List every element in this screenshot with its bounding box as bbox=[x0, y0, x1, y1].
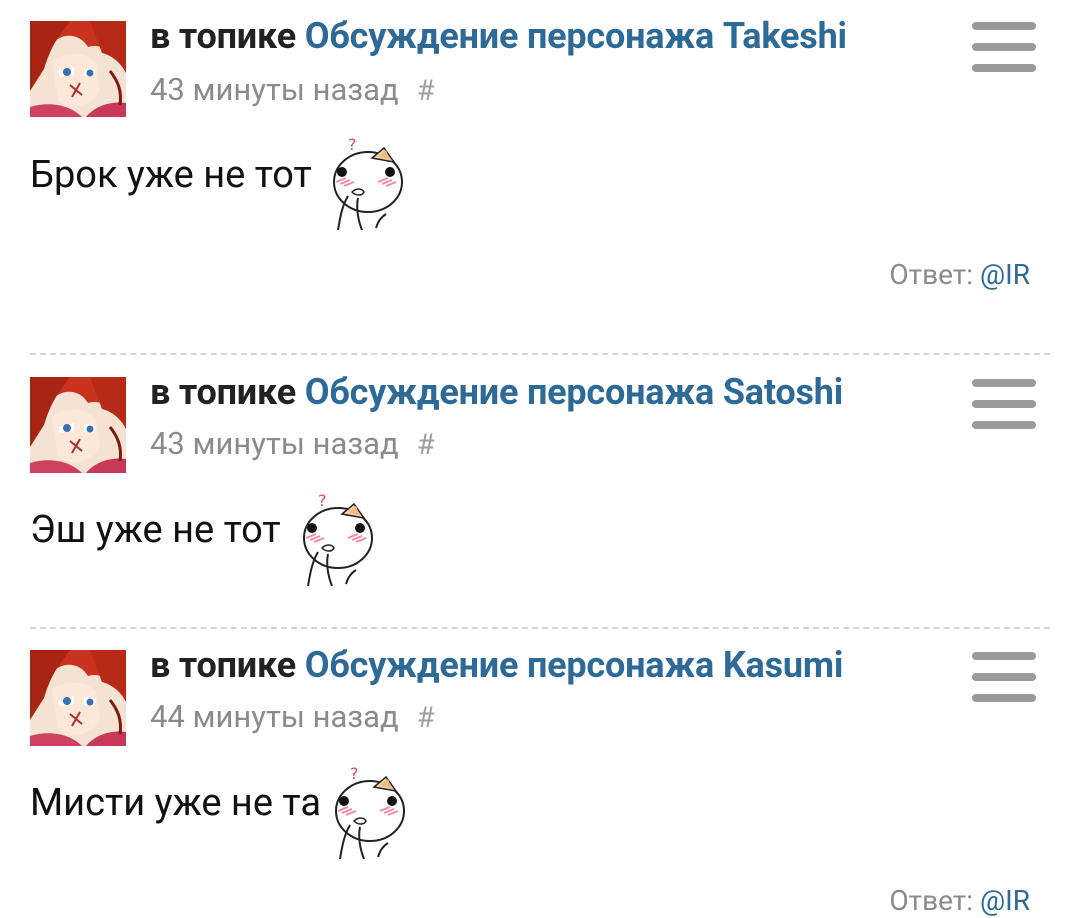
post-meta: 44 минуты назад # bbox=[150, 697, 435, 738]
comment-text: Брок уже не тот bbox=[30, 153, 312, 197]
permalink-hash[interactable]: # bbox=[417, 428, 435, 462]
comment-text: Мисти уже не та bbox=[30, 781, 322, 825]
topic-line: в топике Обсуждение персонажа Satoshi bbox=[150, 370, 843, 414]
permalink-hash[interactable]: # bbox=[417, 701, 435, 735]
permalink-hash[interactable]: # bbox=[417, 74, 435, 108]
comment-text: Эш уже не тот bbox=[30, 508, 281, 552]
topic-prefix: в топике bbox=[150, 644, 296, 686]
menu-icon[interactable] bbox=[972, 652, 1036, 702]
thinking-cat-smiley-icon bbox=[328, 132, 408, 232]
menu-icon[interactable] bbox=[972, 22, 1036, 72]
topic-link[interactable]: Обсуждение персонажа Satoshi bbox=[305, 371, 844, 413]
topic-link[interactable]: Обсуждение персонажа Kasumi bbox=[305, 644, 844, 686]
divider bbox=[30, 353, 1050, 355]
post-meta: 43 минуты назад # bbox=[150, 424, 435, 465]
thinking-cat-smiley-icon bbox=[298, 488, 378, 588]
post-meta: 43 минуты назад # bbox=[150, 70, 435, 111]
post-time[interactable]: 43 минуты назад bbox=[150, 425, 399, 462]
topic-prefix: в топике bbox=[150, 15, 296, 57]
reply-info: Ответ: @IR bbox=[889, 258, 1030, 292]
avatar[interactable] bbox=[30, 21, 126, 117]
topic-line: в топике Обсуждение персонажа Takeshi bbox=[150, 14, 847, 58]
reply-label: Ответ: bbox=[889, 258, 974, 291]
topic-link[interactable]: Обсуждение персонажа Takeshi bbox=[305, 15, 847, 57]
menu-icon[interactable] bbox=[972, 379, 1036, 429]
topic-line: в топике Обсуждение персонажа Kasumi bbox=[150, 643, 843, 687]
thinking-cat-smiley-icon bbox=[330, 761, 410, 861]
post-time[interactable]: 44 минуты назад bbox=[150, 698, 399, 735]
topic-prefix: в топике bbox=[150, 371, 296, 413]
divider bbox=[30, 627, 1050, 629]
reply-user-link[interactable]: @IR bbox=[980, 258, 1030, 291]
avatar[interactable] bbox=[30, 650, 126, 746]
post-time[interactable]: 43 минуты назад bbox=[150, 71, 399, 108]
comment-3: в топике Обсуждение персонажа Kasumi 44 … bbox=[0, 643, 1080, 917]
reply-user-link[interactable]: @IR bbox=[980, 884, 1030, 917]
comment-2: в топике Обсуждение персонажа Satoshi 43… bbox=[0, 370, 1080, 620]
comment-1: в топике Обсуждение персонажа Takeshi 43… bbox=[0, 14, 1080, 344]
reply-label: Ответ: bbox=[889, 884, 974, 917]
avatar[interactable] bbox=[30, 377, 126, 473]
reply-info: Ответ: @IR bbox=[889, 884, 1030, 918]
